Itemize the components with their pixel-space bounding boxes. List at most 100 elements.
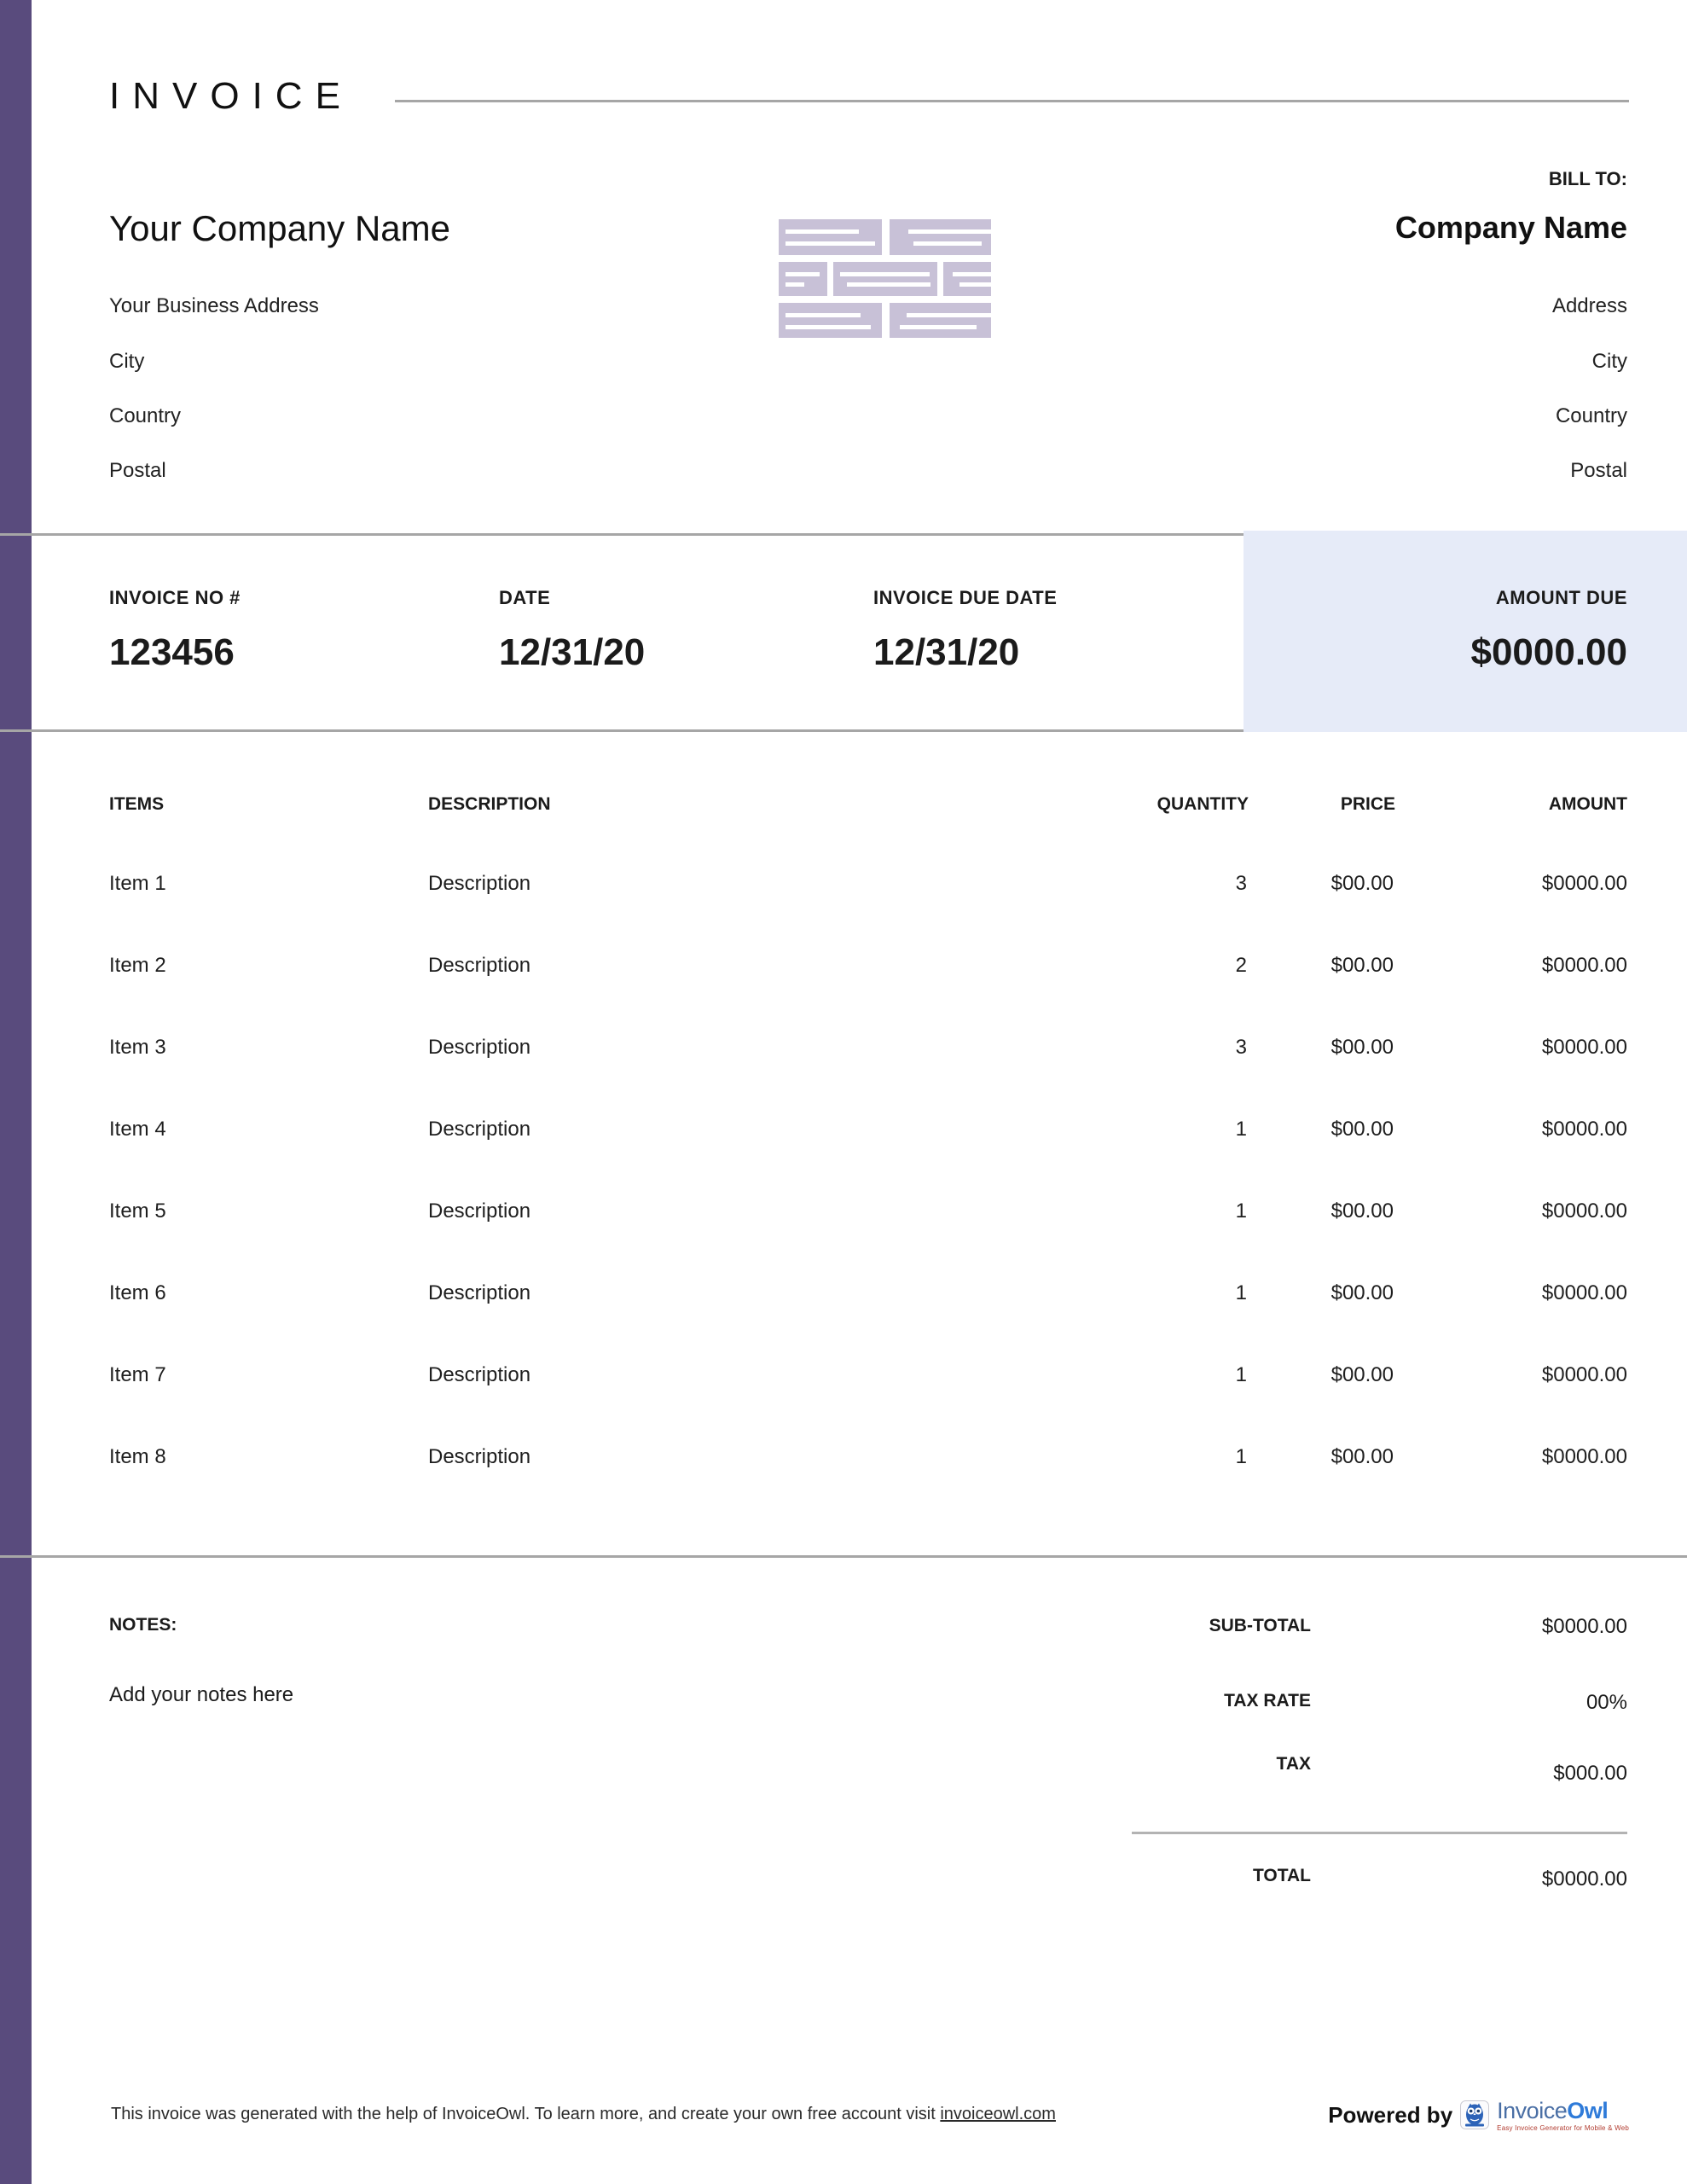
item-price-cell: $00.00 [1331, 1036, 1394, 1060]
item-name-cell: Item 8 [109, 1445, 166, 1469]
bill-to-country: Country [1556, 404, 1627, 428]
item-amount-cell: $0000.00 [1542, 1281, 1627, 1305]
table-row: Item 1 Description 3 $00.00 $0000.00 [0, 872, 1687, 954]
tax-value: $000.00 [1553, 1762, 1627, 1786]
item-description-cell: Description [428, 1199, 530, 1223]
invoiceowl-link[interactable]: invoiceowl.com [940, 2105, 1056, 2123]
table-row: Item 8 Description 1 $00.00 $0000.00 [0, 1445, 1687, 1527]
item-description-cell: Description [428, 1363, 530, 1387]
from-company-name: Your Company Name [109, 208, 450, 249]
item-amount-cell: $0000.00 [1542, 1199, 1627, 1223]
item-quantity-cell: 1 [1236, 1199, 1247, 1223]
table-row: Item 5 Description 1 $00.00 $0000.00 [0, 1199, 1687, 1281]
notes-text: Add your notes here [109, 1683, 293, 1707]
company-logo-placeholder-image [779, 219, 992, 339]
item-description-cell: Description [428, 1281, 530, 1305]
brand-tagline: Easy Invoice Generator for Mobile & Web [1497, 2125, 1629, 2132]
item-amount-cell: $0000.00 [1542, 1363, 1627, 1387]
item-price-cell: $00.00 [1331, 1363, 1394, 1387]
footer-note-text: This invoice was generated with the help… [111, 2105, 940, 2123]
notes-label: NOTES: [109, 1615, 177, 1635]
item-name-cell: Item 2 [109, 954, 166, 978]
from-country: Country [109, 404, 181, 428]
brand-owl-text: Owl [1567, 2098, 1608, 2123]
invoice-no-label: INVOICE NO # [109, 587, 241, 609]
item-description-cell: Description [428, 1445, 530, 1469]
table-row: Item 7 Description 1 $00.00 $0000.00 [0, 1363, 1687, 1445]
owl-icon [1460, 2100, 1489, 2129]
tax-rate-value: 00% [1586, 1691, 1627, 1715]
invoice-no-value: 123456 [109, 631, 235, 674]
item-amount-cell: $0000.00 [1542, 1036, 1627, 1060]
powered-by-brand: Powered by InvoiceOwl [1328, 2100, 1629, 2132]
item-amount-cell: $0000.00 [1542, 1445, 1627, 1469]
page-title: INVOICE [109, 75, 353, 118]
item-quantity-cell: 1 [1236, 1118, 1247, 1141]
item-description-cell: Description [428, 1118, 530, 1141]
date-label: DATE [499, 587, 550, 609]
item-quantity-cell: 3 [1236, 1036, 1247, 1060]
bill-to-company-name: Company Name [1395, 210, 1627, 246]
tax-rate-label: TAX RATE [1224, 1691, 1311, 1711]
column-header-items: ITEMS [109, 794, 164, 815]
due-date-label: INVOICE DUE DATE [873, 587, 1057, 609]
bill-to-label: BILL TO: [1549, 168, 1627, 190]
item-description-cell: Description [428, 1036, 530, 1060]
from-postal: Postal [109, 459, 166, 483]
table-row: Item 4 Description 1 $00.00 $0000.00 [0, 1118, 1687, 1199]
item-quantity-cell: 1 [1236, 1445, 1247, 1469]
item-name-cell: Item 6 [109, 1281, 166, 1305]
item-price-cell: $00.00 [1331, 1445, 1394, 1469]
subtotal-value: $0000.00 [1542, 1615, 1627, 1639]
item-quantity-cell: 1 [1236, 1363, 1247, 1387]
total-value: $0000.00 [1542, 1867, 1627, 1891]
item-name-cell: Item 4 [109, 1118, 166, 1141]
total-label: TOTAL [1253, 1866, 1311, 1886]
item-price-cell: $00.00 [1331, 1281, 1394, 1305]
item-amount-cell: $0000.00 [1542, 872, 1627, 896]
invoiceowl-logo: InvoiceOwl Easy Invoice Generator for Mo… [1497, 2100, 1629, 2132]
column-header-price: PRICE [1341, 794, 1395, 815]
column-header-description: DESCRIPTION [428, 794, 551, 815]
table-row: Item 6 Description 1 $00.00 $0000.00 [0, 1281, 1687, 1363]
footer-note: This invoice was generated with the help… [111, 2105, 1056, 2124]
item-name-cell: Item 1 [109, 872, 166, 896]
item-name-cell: Item 5 [109, 1199, 166, 1223]
total-divider [1132, 1832, 1627, 1834]
item-name-cell: Item 3 [109, 1036, 166, 1060]
header-divider [395, 100, 1629, 102]
item-price-cell: $00.00 [1331, 954, 1394, 978]
summary-bar-bottom-divider [0, 729, 1244, 732]
item-name-cell: Item 7 [109, 1363, 166, 1387]
from-city: City [109, 350, 144, 374]
amount-due-label: AMOUNT DUE [1496, 587, 1627, 609]
item-description-cell: Description [428, 954, 530, 978]
item-price-cell: $00.00 [1331, 872, 1394, 896]
bill-to-postal: Postal [1570, 459, 1627, 483]
column-header-amount: AMOUNT [1549, 794, 1627, 815]
item-quantity-cell: 3 [1236, 872, 1247, 896]
summary-bar-top-divider [0, 533, 1244, 536]
table-row: Item 3 Description 3 $00.00 $0000.00 [0, 1036, 1687, 1118]
bill-to-city: City [1592, 350, 1627, 374]
table-row: Item 2 Description 2 $00.00 $0000.00 [0, 954, 1687, 1036]
from-business-address: Your Business Address [109, 294, 319, 318]
bill-to-address: Address [1552, 294, 1627, 318]
invoice-document: INVOICE Your Company Name Your Business … [0, 0, 1687, 2184]
tax-label: TAX [1277, 1754, 1311, 1774]
item-price-cell: $00.00 [1331, 1118, 1394, 1141]
notes-section-divider [0, 1555, 1687, 1558]
due-date-value: 12/31/20 [873, 631, 1019, 674]
invoice-items-list: Item 1 Description 3 $00.00 $0000.00 Ite… [0, 872, 1687, 1527]
item-quantity-cell: 1 [1236, 1281, 1247, 1305]
brand-invoice-text: Invoice [1497, 2098, 1567, 2123]
date-value: 12/31/20 [499, 631, 645, 674]
amount-due-value: $0000.00 [1470, 631, 1627, 674]
powered-by-label: Powered by [1328, 2100, 1452, 2130]
item-amount-cell: $0000.00 [1542, 954, 1627, 978]
item-price-cell: $00.00 [1331, 1199, 1394, 1223]
item-description-cell: Description [428, 872, 530, 896]
item-amount-cell: $0000.00 [1542, 1118, 1627, 1141]
item-quantity-cell: 2 [1236, 954, 1247, 978]
subtotal-label: SUB-TOTAL [1209, 1616, 1311, 1636]
